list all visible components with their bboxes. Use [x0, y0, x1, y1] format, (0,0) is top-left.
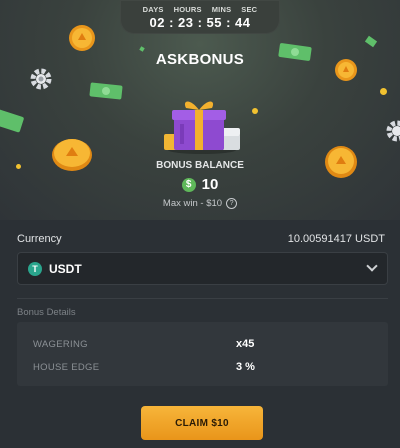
page-title: ASKBONUS: [155, 51, 245, 68]
dollar-coin-icon: $: [181, 177, 196, 192]
timer-label-sec: SEC: [241, 5, 258, 14]
detail-value: x45: [236, 338, 255, 350]
currency-select[interactable]: T USDT: [17, 252, 388, 285]
info-icon[interactable]: ?: [226, 198, 238, 209]
cash-icon: [89, 82, 123, 100]
timer-label-days: DAYS: [142, 5, 164, 14]
claim-button[interactable]: CLAIM $10: [141, 406, 263, 440]
coin-icon: [69, 25, 95, 51]
timer-label-mins: MINS: [211, 5, 232, 14]
currency-row: Currency 10.00591417 USDT: [17, 233, 385, 245]
sparkle: [364, 35, 378, 48]
gear-icon: [30, 68, 52, 90]
chevron-down-icon: [366, 260, 378, 272]
detail-label: WAGERING: [33, 339, 88, 350]
countdown-timer: DAYS HOURS MINS SEC 02 : 23 : 55 : 44: [120, 0, 280, 34]
detail-value: 3 %: [236, 361, 255, 373]
usdt-icon: T: [28, 261, 42, 276]
currency-balance: 10.00591417 USDT: [287, 233, 385, 245]
bonus-balance-amount: 10: [201, 176, 219, 193]
divider: [17, 298, 388, 299]
detail-label: HOUSE EDGE: [33, 362, 100, 373]
bonus-balance-label: BONUS BALANCE: [156, 160, 244, 171]
max-win: Max win - $10 ?: [0, 198, 400, 209]
timer-value: 02 : 23 : 55 : 44: [149, 15, 251, 30]
max-win-text: Max win - $10: [162, 198, 223, 209]
timer-label-hours: HOURS: [173, 5, 202, 14]
timer-labels: DAYS HOURS MINS SEC: [120, 5, 280, 14]
gift-box-icon: [164, 101, 240, 154]
bonus-hero: DAYS HOURS MINS SEC 02 : 23 : 55 : 44 AS…: [0, 0, 400, 220]
bonus-details-title: Bonus Details: [17, 307, 76, 318]
sparkle: [252, 108, 258, 114]
cash-icon: [0, 109, 24, 133]
bonus-balance: $ 10: [0, 176, 400, 193]
bonus-details-panel: WAGERING x45 HOUSE EDGE 3 %: [17, 322, 388, 386]
gear-icon: [386, 120, 400, 142]
currency-label: Currency: [17, 233, 62, 245]
sparkle: [380, 88, 387, 95]
currency-selected: USDT: [49, 261, 82, 276]
